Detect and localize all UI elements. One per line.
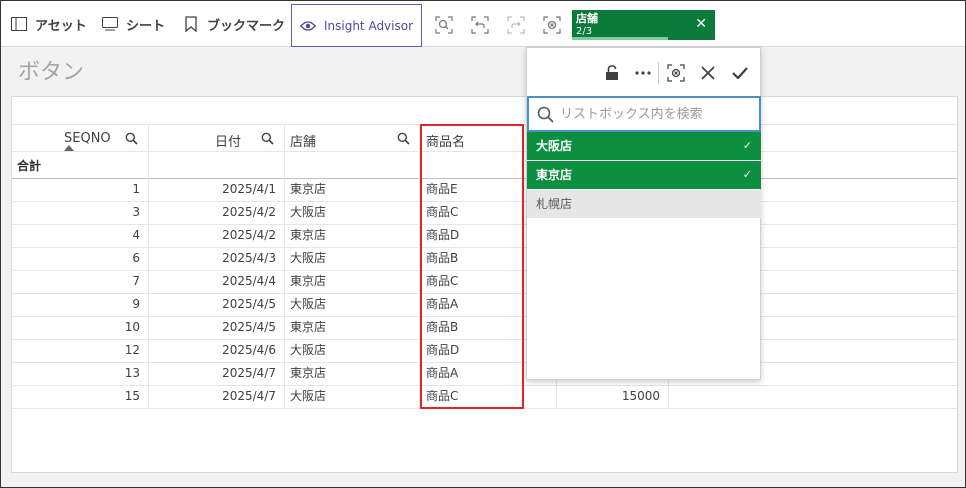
insight-advisor-label: Insight Advisor [323, 18, 414, 33]
selection-pill-store[interactable]: 店舗 2/3 ✕ [572, 10, 715, 40]
more-icon [635, 71, 651, 75]
store-cell: 東京店 [290, 182, 327, 196]
listbox-search-input[interactable] [560, 106, 750, 122]
step-forward-button[interactable] [506, 15, 526, 35]
store-cell: 東京店 [290, 228, 327, 242]
column-header[interactable]: 店舗 [290, 131, 316, 150]
store-cell: 大阪店 [290, 297, 327, 311]
search-icon [537, 106, 554, 123]
sheets-button[interactable]: シート [102, 1, 165, 47]
seqno-cell: 3 [132, 205, 140, 219]
more-options-button[interactable] [634, 64, 652, 82]
smart-search-icon [435, 16, 453, 34]
selection-field-name: 店舗 [576, 12, 598, 25]
sheet-title: ボタン [18, 60, 85, 85]
seqno-cell: 1 [132, 182, 140, 196]
column-divider [284, 124, 285, 408]
close-icon[interactable]: ✕ [695, 16, 707, 32]
column-header[interactable]: SEQNO [64, 131, 111, 146]
listbox-option[interactable]: 大阪店 ✓ [527, 132, 761, 160]
seqno-cell: 9 [132, 297, 140, 311]
step-back-icon [471, 16, 489, 34]
seqno-cell: 15 [124, 389, 140, 403]
search-icon[interactable] [125, 132, 139, 146]
total-label: 合計 [17, 159, 42, 173]
date-cell: 2025/4/1 [222, 182, 276, 196]
seqno-cell: 13 [124, 366, 140, 380]
bookmarks-label: ブックマーク [207, 18, 286, 34]
close-icon [701, 66, 715, 80]
toolbar-divider [658, 62, 659, 84]
assets-label: アセット [35, 18, 87, 34]
highlight-box [420, 124, 524, 409]
sort-ascending-icon[interactable] [64, 145, 74, 151]
store-cell: 大阪店 [290, 251, 327, 265]
sheets-icon [102, 16, 118, 32]
bookmarks-button[interactable]: ブックマーク [183, 1, 285, 47]
step-forward-icon [507, 16, 525, 34]
checkmark-icon [732, 67, 748, 79]
seqno-cell: 6 [132, 251, 140, 265]
date-cell: 2025/4/3 [222, 251, 276, 265]
store-cell: 大阪店 [290, 343, 327, 357]
clear-selection-button[interactable] [667, 64, 685, 82]
cancel-selection-button[interactable] [699, 64, 717, 82]
date-cell: 2025/4/6 [222, 343, 276, 357]
listbox-option[interactable]: 札幌店 [527, 190, 761, 218]
seqno-cell: 4 [132, 228, 140, 242]
confirm-selection-button[interactable] [731, 64, 749, 82]
unlock-button[interactable] [603, 64, 621, 82]
assets-panel-icon [11, 16, 27, 32]
date-cell: 2025/4/4 [222, 274, 276, 288]
assets-button[interactable]: アセット [11, 1, 87, 47]
listbox-option-label: 大阪店 [536, 139, 573, 153]
unlock-icon [606, 65, 618, 80]
insight-advisor-icon [299, 18, 316, 34]
selections-tool-button[interactable] [434, 15, 454, 35]
date-cell: 2025/4/7 [222, 366, 276, 380]
insight-advisor-button[interactable]: Insight Advisor [291, 4, 422, 47]
seqno-cell: 12 [124, 343, 140, 357]
store-cell: 東京店 [290, 274, 327, 288]
date-cell: 2025/4/7 [222, 389, 276, 403]
amount-cell: 15000 [621, 389, 660, 403]
listbox-option[interactable]: 東京店 ✓ [527, 161, 761, 189]
store-cell: 東京店 [290, 320, 327, 334]
date-cell: 2025/4/5 [222, 297, 276, 311]
store-cell: 東京店 [290, 366, 327, 380]
sheets-label: シート [126, 18, 166, 34]
clear-selections-button[interactable] [542, 15, 562, 35]
step-back-button[interactable] [470, 15, 490, 35]
seqno-cell: 7 [132, 274, 140, 288]
seqno-cell: 10 [124, 320, 140, 334]
search-icon[interactable] [261, 132, 275, 146]
clear-selections-icon [543, 16, 561, 34]
listbox-option-label: 札幌店 [536, 197, 573, 211]
selection-progress-bar [572, 37, 668, 40]
checkmark-icon: ✓ [742, 139, 752, 152]
listbox-option-label: 東京店 [536, 168, 573, 182]
column-header[interactable]: 日付 [215, 131, 241, 150]
clear-selection-icon [667, 64, 685, 82]
column-divider [148, 124, 149, 408]
date-cell: 2025/4/2 [222, 205, 276, 219]
store-cell: 大阪店 [290, 205, 327, 219]
store-cell: 大阪店 [290, 389, 327, 403]
date-cell: 2025/4/5 [222, 320, 276, 334]
listbox-popover: 大阪店 ✓ 東京店 ✓ 札幌店 [526, 47, 761, 380]
checkmark-icon: ✓ [742, 168, 752, 181]
toolbar: アセット シート ブックマーク Insight Advisor 店舗 2/3 ✕ [1, 1, 965, 47]
date-cell: 2025/4/2 [222, 228, 276, 242]
bookmark-icon [183, 16, 199, 32]
listbox-search-field[interactable] [527, 96, 761, 132]
search-icon[interactable] [397, 132, 411, 146]
